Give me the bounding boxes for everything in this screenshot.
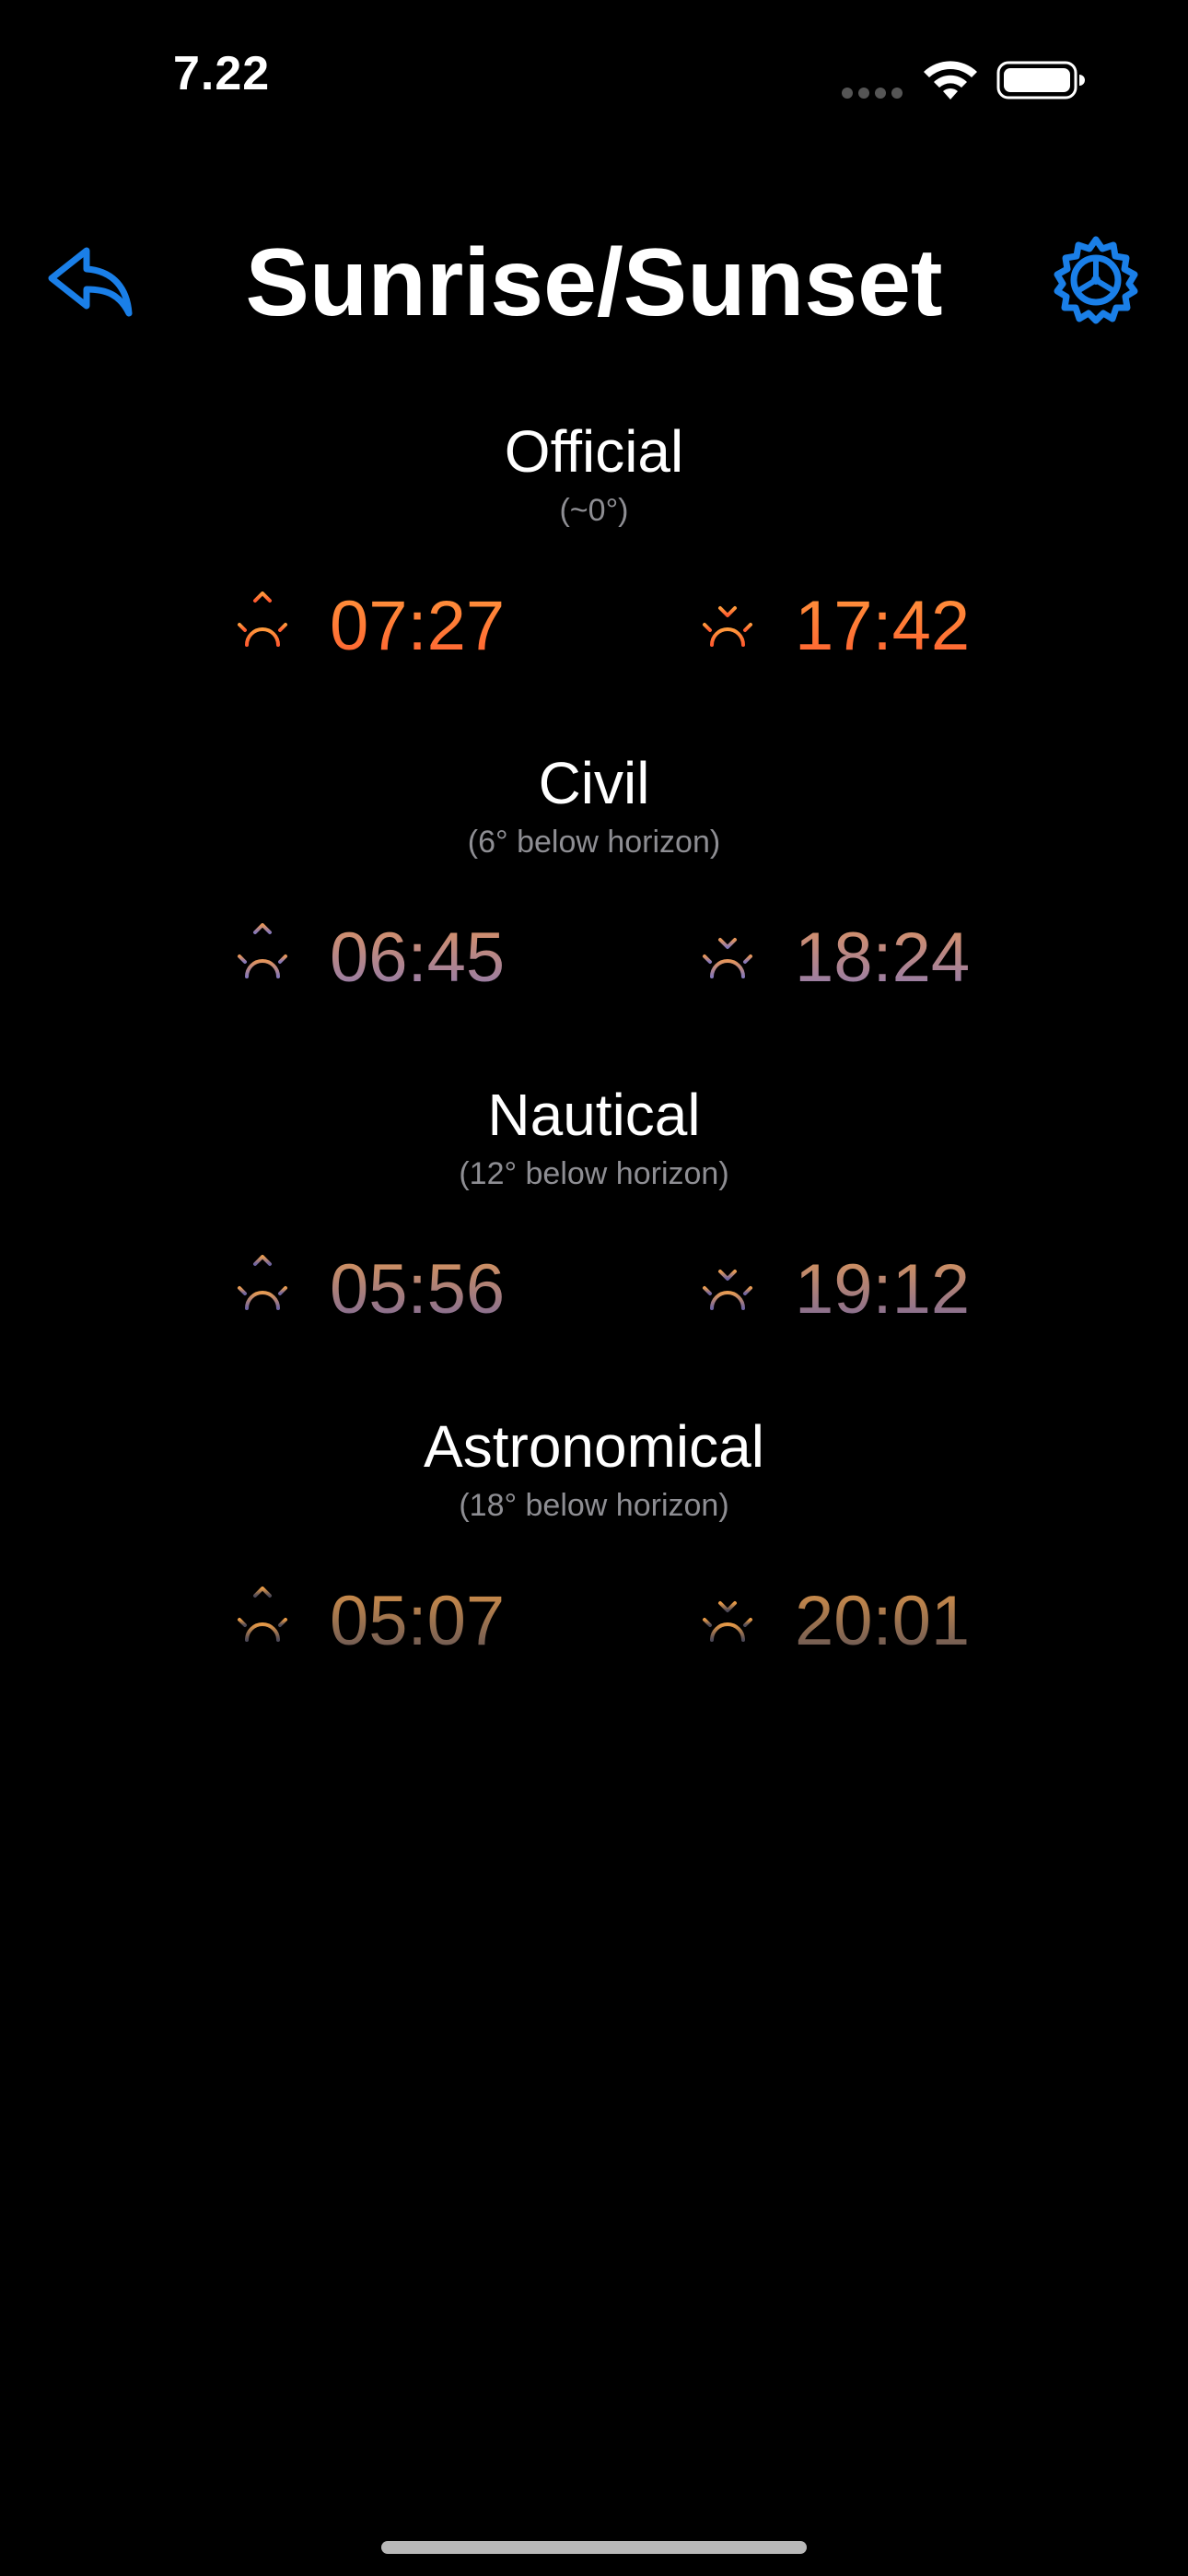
- sunset-entry: 18:24: [686, 912, 1054, 1004]
- section-title: Astronomical: [424, 1413, 764, 1480]
- sunset-entry: 17:42: [686, 580, 1054, 673]
- section-title: Civil: [538, 750, 650, 816]
- section-nautical: Nautical (12° below horizon) 05:56 19:12: [0, 1078, 1188, 1410]
- sunrise-time: 05:07: [330, 1575, 505, 1668]
- nav-bar: Sunrise/Sunset: [0, 212, 1188, 350]
- sunset-icon: [690, 591, 765, 660]
- wifi-icon: [924, 61, 977, 100]
- section-title: Official: [504, 418, 684, 485]
- page-title: Sunrise/Sunset: [245, 229, 943, 336]
- sunrise-time: 05:56: [330, 1244, 505, 1336]
- sunrise-time: 07:27: [330, 580, 505, 673]
- battery-icon: [996, 61, 1085, 100]
- status-time: 7.22: [173, 47, 271, 100]
- gear-icon: [1054, 236, 1138, 324]
- sunset-time: 20:01: [795, 1575, 970, 1668]
- section-subtitle: (18° below horizon): [459, 1488, 729, 1523]
- sunset-time: 19:12: [795, 1244, 970, 1336]
- sunrise-entry: 05:56: [221, 1244, 589, 1336]
- sunrise-icon: [225, 1587, 300, 1655]
- sunset-time: 18:24: [795, 912, 970, 1004]
- sunset-time: 17:42: [795, 580, 970, 673]
- status-bar: 7.22: [0, 0, 1188, 147]
- sunrise-time: 06:45: [330, 912, 505, 1004]
- section-astronomical: Astronomical (18° below horizon) 05:07 2…: [0, 1410, 1188, 1741]
- section-subtitle: (6° below horizon): [467, 825, 721, 860]
- sunset-icon: [690, 1255, 765, 1323]
- sunrise-icon: [225, 1255, 300, 1323]
- home-indicator[interactable]: [381, 2541, 807, 2554]
- section-civil: Civil (6° below horizon) 06:45 18:24: [0, 746, 1188, 1078]
- section-official: Official (~0°) 07:27 17:42: [0, 415, 1188, 746]
- sunset-entry: 20:01: [686, 1575, 1054, 1668]
- sunrise-entry: 07:27: [221, 580, 589, 673]
- sunrise-entry: 05:07: [221, 1575, 589, 1668]
- sunset-icon: [690, 1587, 765, 1655]
- cellular-signal-icon: [842, 88, 903, 99]
- section-subtitle: (~0°): [559, 493, 629, 528]
- sunrise-icon: [225, 923, 300, 991]
- sunrise-entry: 06:45: [221, 912, 589, 1004]
- sunrise-icon: [225, 591, 300, 660]
- settings-button[interactable]: [1050, 234, 1142, 326]
- sunset-entry: 19:12: [686, 1244, 1054, 1336]
- section-subtitle: (12° below horizon): [459, 1156, 729, 1191]
- section-title: Nautical: [487, 1082, 701, 1148]
- sunset-icon: [690, 923, 765, 991]
